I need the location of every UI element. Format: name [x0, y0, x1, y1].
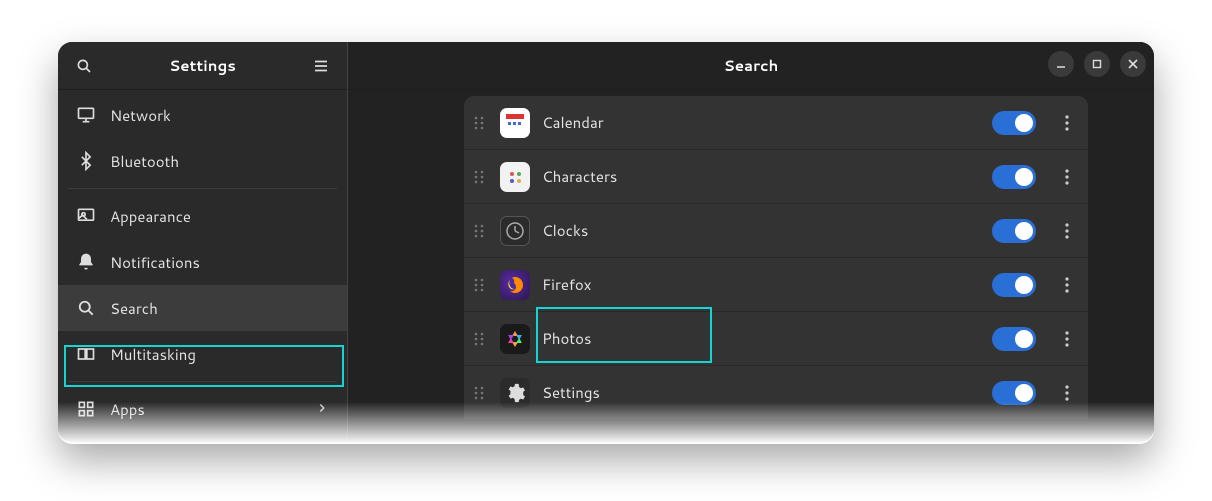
toggle-switch[interactable]: [992, 111, 1036, 135]
apps-icon: [76, 399, 96, 419]
app-name: Firefox: [542, 274, 980, 295]
drag-handle-icon[interactable]: [470, 169, 488, 185]
drag-handle-icon[interactable]: [470, 331, 488, 347]
toggle-switch[interactable]: [992, 219, 1036, 243]
content-pane: Search Calendar Characters: [348, 42, 1154, 442]
sidebar-item-network[interactable]: Network: [58, 92, 347, 138]
kebab-menu-icon[interactable]: [1056, 115, 1078, 131]
drag-handle-icon[interactable]: [470, 115, 488, 131]
appearance-icon: [76, 206, 96, 226]
sidebar-item-appearance[interactable]: Appearance: [58, 193, 347, 239]
page-title: Search: [724, 55, 779, 76]
sidebar: Settings Network Bluetooth Appearance No…: [58, 42, 348, 442]
drag-handle-icon[interactable]: [470, 277, 488, 293]
app-name: Settings: [542, 382, 980, 403]
sidebar-title: Settings: [169, 55, 236, 76]
sidebar-item-multitasking[interactable]: Multitasking: [58, 331, 347, 377]
sidebar-item-label: Multitasking: [110, 344, 196, 365]
kebab-menu-icon[interactable]: [1056, 331, 1078, 347]
chevron-right-icon: [315, 399, 329, 420]
kebab-menu-icon[interactable]: [1056, 385, 1078, 401]
sidebar-item-notifications[interactable]: Notifications: [58, 239, 347, 285]
sidebar-header: Settings: [58, 42, 347, 90]
bluetooth-icon: [76, 151, 96, 171]
toggle-switch[interactable]: [992, 273, 1036, 297]
list-item: Firefox: [464, 258, 1088, 312]
settings-app-icon: [500, 378, 530, 408]
toggle-switch[interactable]: [992, 381, 1036, 405]
maximize-button[interactable]: [1084, 51, 1110, 77]
kebab-menu-icon[interactable]: [1056, 223, 1078, 239]
sidebar-item-label: Network: [110, 105, 171, 126]
sidebar-item-search[interactable]: Search: [58, 285, 347, 331]
app-name: Photos: [542, 328, 980, 349]
sidebar-item-label: Notifications: [110, 252, 200, 273]
separator: [68, 188, 337, 189]
window-controls: [1048, 51, 1146, 77]
characters-app-icon: [500, 162, 530, 192]
sidebar-item-apps[interactable]: Apps: [58, 386, 347, 432]
multitasking-icon: [76, 344, 96, 364]
sidebar-list: Network Bluetooth Appearance Notificatio…: [58, 90, 347, 442]
sidebar-item-bluetooth[interactable]: Bluetooth: [58, 138, 347, 184]
kebab-menu-icon[interactable]: [1056, 169, 1078, 185]
list-item: Characters: [464, 150, 1088, 204]
app-name: Calendar: [542, 112, 980, 133]
list-item: Photos: [464, 312, 1088, 366]
separator: [68, 381, 337, 382]
sidebar-item-label: Bluetooth: [110, 151, 179, 172]
sidebar-item-label: Apps: [110, 399, 145, 420]
app-name: Characters: [542, 166, 980, 187]
hamburger-icon[interactable]: [307, 52, 335, 80]
drag-handle-icon[interactable]: [470, 223, 488, 239]
photos-app-icon: [500, 324, 530, 354]
clocks-app-icon: [500, 216, 530, 246]
close-button[interactable]: [1120, 51, 1146, 77]
drag-handle-icon[interactable]: [470, 385, 488, 401]
minimize-button[interactable]: [1048, 51, 1074, 77]
bell-icon: [76, 252, 96, 272]
list-item: Calendar: [464, 96, 1088, 150]
search-icon[interactable]: [70, 52, 98, 80]
settings-window: Settings Network Bluetooth Appearance No…: [58, 42, 1154, 442]
toggle-switch[interactable]: [992, 165, 1036, 189]
list-item: Clocks: [464, 204, 1088, 258]
calendar-app-icon: [500, 108, 530, 138]
sidebar-item-label: Search: [110, 298, 158, 319]
list-item: Settings: [464, 366, 1088, 420]
app-name: Clocks: [542, 220, 980, 241]
kebab-menu-icon[interactable]: [1056, 277, 1078, 293]
firefox-app-icon: [500, 270, 530, 300]
search-providers-list: Calendar Characters Clocks: [348, 90, 1154, 442]
toggle-switch[interactable]: [992, 327, 1036, 351]
monitor-icon: [76, 105, 96, 125]
content-header: Search: [348, 42, 1154, 90]
sidebar-item-label: Appearance: [110, 206, 191, 227]
search-icon: [76, 298, 96, 318]
